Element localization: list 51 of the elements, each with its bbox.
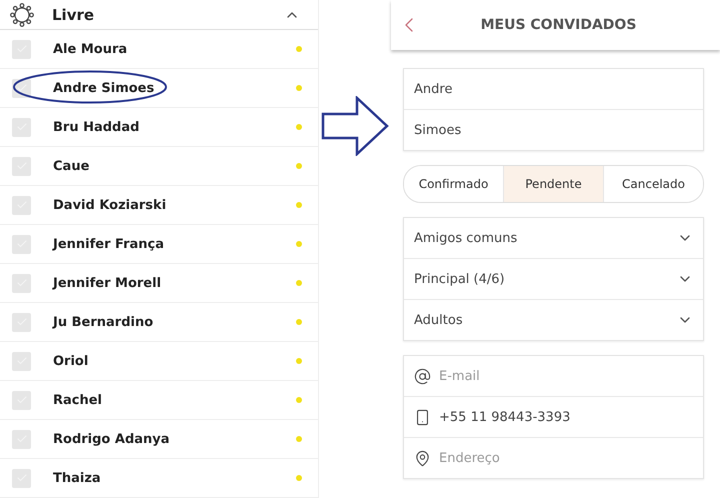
status-dot <box>296 358 302 364</box>
checkbox[interactable] <box>12 40 31 58</box>
dropdown[interactable]: Principal (4/6) <box>404 259 703 300</box>
arrow-drawing <box>321 96 389 156</box>
screen-title: MEUS CONVIDADOS <box>480 17 638 33</box>
status-tab[interactable]: Pendente <box>503 166 603 202</box>
status-dot <box>296 85 302 91</box>
status-dot <box>296 280 302 286</box>
checkbox[interactable] <box>12 196 31 214</box>
dropdown[interactable]: Amigos comuns <box>404 218 703 259</box>
status-dot <box>296 202 302 208</box>
guest-name: Thaiza <box>53 470 102 486</box>
checkbox[interactable] <box>12 390 31 410</box>
guest-name: Ju Bernardino <box>53 314 154 330</box>
guest-name: Jennifer França <box>53 236 165 252</box>
checkbox[interactable] <box>12 118 31 136</box>
status-dot <box>296 397 302 403</box>
status-tab[interactable]: Cancelado <box>603 166 703 202</box>
status-dot <box>296 436 302 442</box>
checkbox[interactable] <box>12 156 31 176</box>
status-dot <box>296 475 302 481</box>
checkbox[interactable] <box>12 352 31 370</box>
status-dot <box>296 319 302 325</box>
at-sign-icon <box>414 368 431 384</box>
status-dot <box>296 124 302 130</box>
status-dot <box>296 241 302 247</box>
table-icon <box>10 2 34 26</box>
name-field[interactable]: Andre <box>404 69 703 110</box>
checkmark-icon <box>16 82 28 94</box>
guest-name: Jennifer Morell <box>53 276 162 290</box>
checkbox[interactable] <box>12 234 31 254</box>
checkbox[interactable] <box>12 468 31 488</box>
guest-name: Rodrigo Adanya <box>53 432 171 446</box>
status-dot <box>296 163 302 169</box>
checkbox[interactable] <box>12 430 31 448</box>
guest-name: Ale Moura <box>53 42 128 56</box>
location-pin-icon <box>414 450 431 466</box>
checkbox[interactable] <box>12 274 31 292</box>
checkbox[interactable] <box>12 312 31 332</box>
guest-name: David Koziarski <box>53 198 168 212</box>
dropdown[interactable]: Adultos <box>404 300 703 340</box>
status-dot <box>296 46 302 52</box>
guest-name: Oriol <box>53 354 90 368</box>
name-field[interactable]: Simoes <box>404 110 703 150</box>
guest-name: Rachel <box>53 392 104 408</box>
guest-name: Bru Haddad <box>53 120 140 134</box>
group-title: Livre <box>52 6 96 24</box>
guest-name: Andre Simoes <box>53 80 156 96</box>
phone-icon <box>414 408 431 426</box>
phone-field[interactable]: +55 11 98443-3393 <box>404 397 703 438</box>
guest-name: Caue <box>53 158 90 174</box>
